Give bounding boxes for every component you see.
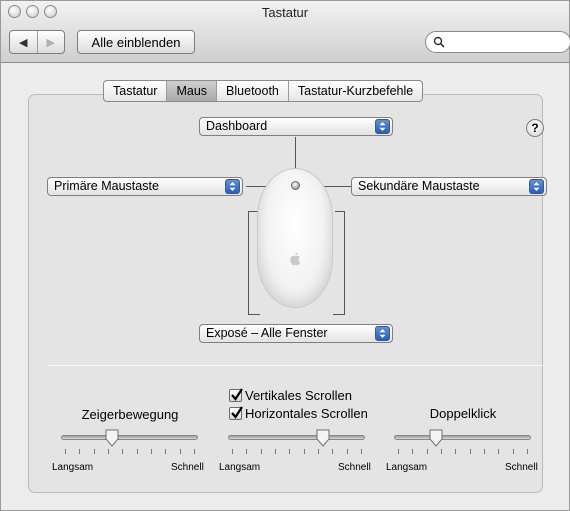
section-divider (47, 365, 543, 366)
tracking-slider-tick (93, 449, 95, 454)
doubleclick-slider-tick (426, 449, 428, 454)
help-button[interactable]: ? (526, 119, 544, 137)
back-button[interactable]: ◀ (10, 31, 38, 53)
scroll-slider-tick (361, 449, 362, 454)
scroll-slider-tick (303, 449, 305, 454)
scroll-slider-tick (246, 449, 248, 454)
scroll-slider-thumb[interactable] (316, 429, 330, 447)
connector-line-right-side (344, 211, 345, 314)
squeeze-button-popup[interactable]: Exposé – Alle Fenster (199, 324, 393, 343)
double-click-max-label: Schnell (505, 462, 538, 473)
doubleclick-slider-tick (455, 449, 457, 454)
primary-button-popup[interactable]: Primäre Maustaste (47, 177, 243, 196)
scroll-ball (291, 181, 300, 190)
vertical-scrolling-label: Vertikales Scrollen (245, 388, 352, 403)
double-click-speed-label: Doppelklick (429, 406, 497, 421)
tracking-speed-label: Zeigerbewegung (81, 407, 179, 422)
tracking-slider-tick (65, 449, 66, 454)
checkmark-icon (231, 406, 243, 419)
squeeze-button-popup-value: Exposé – Alle Fenster (206, 326, 328, 340)
vertical-scrolling-checkbox[interactable]: Vertikales Scrollen (229, 388, 352, 403)
doubleclick-slider-tick (527, 449, 528, 454)
scroll-slider-tick (332, 449, 334, 454)
tracking-slider-tick (108, 449, 109, 454)
doubleclick-slider-tick (469, 449, 471, 454)
scroll-slider-tick (318, 449, 319, 454)
preferences-window: Tastatur ◀ ▶ Alle einblenden Tastatur Ma… (0, 0, 570, 511)
search-icon (433, 36, 445, 48)
apple-logo-icon (290, 252, 301, 266)
secondary-button-popup[interactable]: Sekundäre Maustaste (351, 177, 547, 196)
top-button-popup-value: Dashboard (206, 119, 268, 133)
doubleclick-slider-thumb[interactable] (429, 429, 443, 447)
window-title: Tastatur (261, 5, 309, 20)
forward-button[interactable]: ▶ (38, 31, 65, 53)
scroll-min-label: Langsam (219, 462, 261, 473)
checkbox-box[interactable] (229, 406, 243, 420)
doubleclick-slider-tick (484, 449, 485, 454)
doubleclick-slider-tick (441, 449, 442, 454)
tracking-slider-tick (194, 449, 195, 454)
popup-arrows-icon (225, 179, 240, 194)
tracking-slider-tick (79, 449, 81, 454)
show-all-button[interactable]: Alle einblenden (77, 30, 195, 54)
tab-bar: Tastatur Maus Bluetooth Tastatur-Kurzbef… (103, 80, 424, 102)
navigation-control: ◀ ▶ (9, 30, 65, 54)
title-bar: Tastatur ◀ ▶ Alle einblenden (1, 1, 570, 63)
doubleclick-slider-track[interactable] (394, 435, 531, 440)
doubleclick-slider-tick (498, 449, 500, 454)
doubleclick-slider-tick (398, 449, 399, 454)
tab-bluetooth[interactable]: Bluetooth (217, 81, 289, 101)
horizontal-scrolling-label: Horizontales Scrollen (245, 406, 368, 421)
scroll-slider-tick (346, 449, 348, 454)
scroll-max-label: Schnell (338, 462, 371, 473)
popup-arrows-icon (375, 119, 390, 134)
tab-keyboard[interactable]: Tastatur (104, 81, 168, 101)
doubleclick-slider-tick (512, 449, 514, 454)
tracking-slider-tick (122, 449, 124, 454)
double-click-min-label: Langsam (386, 462, 428, 473)
checkbox-box[interactable] (229, 388, 243, 402)
tracking-max-label: Schnell (171, 462, 204, 473)
tab-keyboard-shortcuts[interactable]: Tastatur-Kurzbefehle (289, 81, 422, 101)
tracking-slider-thumb[interactable] (105, 429, 119, 447)
checkmark-icon (231, 388, 243, 401)
horizontal-scrolling-checkbox[interactable]: Horizontales Scrollen (229, 406, 368, 421)
search-field[interactable] (425, 31, 570, 53)
scroll-slider-tick (232, 449, 233, 454)
scroll-slider-tick (289, 449, 291, 454)
secondary-button-popup-value: Sekundäre Maustaste (358, 179, 480, 193)
tracking-slider-track[interactable] (61, 435, 198, 440)
tracking-slider-tick (136, 449, 138, 454)
connector-line-bottom-left (248, 314, 260, 315)
connector-line-bottom-right (333, 314, 345, 315)
popup-arrows-icon (375, 326, 390, 341)
tracking-slider-tick (165, 449, 167, 454)
scroll-slider-tick (275, 449, 276, 454)
top-button-popup[interactable]: Dashboard (199, 117, 393, 136)
scroll-slider-tick (260, 449, 262, 454)
connector-line-left-side (248, 211, 249, 314)
tracking-slider-tick (179, 449, 181, 454)
tab-mouse[interactable]: Maus (167, 81, 218, 101)
tracking-slider-tick (151, 449, 152, 454)
doubleclick-slider-tick (412, 449, 414, 454)
popup-arrows-icon (529, 179, 544, 194)
scroll-slider-track[interactable] (228, 435, 365, 440)
connector-line-right-side-top (335, 211, 345, 212)
primary-button-popup-value: Primäre Maustaste (54, 179, 159, 193)
tracking-min-label: Langsam (52, 462, 94, 473)
